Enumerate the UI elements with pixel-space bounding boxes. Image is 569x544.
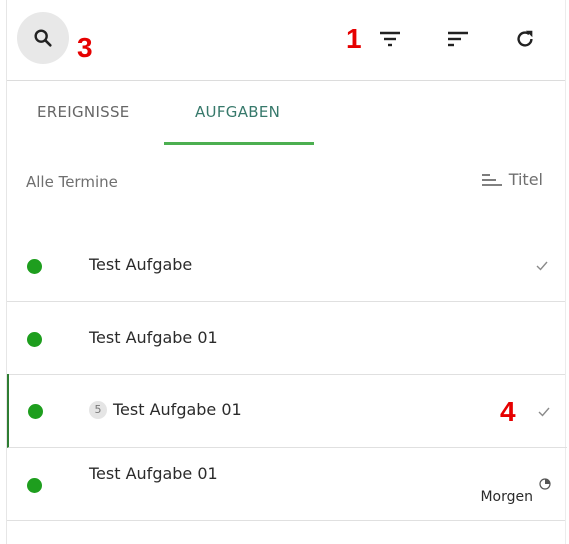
status-dot	[28, 404, 43, 419]
status-dot	[27, 332, 42, 347]
sort-label: Titel	[508, 170, 543, 189]
task-title-with-badge: 5 Test Aufgabe 01	[89, 400, 242, 419]
filter-label[interactable]: Alle Termine	[26, 173, 118, 191]
refresh-button[interactable]	[510, 24, 540, 54]
annotation-marker: 3	[77, 32, 93, 63]
task-title: Test Aufgabe 01	[89, 464, 218, 483]
task-title: Test Aufgabe 01	[113, 400, 242, 419]
sort-button[interactable]	[443, 24, 473, 54]
task-row[interactable]: Test Aufgabe 01	[7, 301, 565, 375]
check-icon	[538, 407, 550, 417]
check-icon	[536, 261, 548, 271]
tab-bar: EREIGNISSE AUFGABEN	[7, 81, 565, 145]
sort-control[interactable]: Titel	[481, 170, 543, 189]
due-date: Morgen	[480, 489, 533, 505]
search-icon	[34, 29, 52, 47]
task-title: Test Aufgabe	[89, 255, 193, 274]
filter-icon	[380, 31, 400, 47]
task-row-selected[interactable]: 5 Test Aufgabe 01	[7, 374, 567, 448]
filter-button[interactable]	[375, 24, 405, 54]
status-dot	[27, 478, 42, 493]
tab-aufgaben[interactable]: AUFGABEN	[195, 103, 280, 121]
progress-clock-icon	[539, 478, 551, 490]
search-button[interactable]	[17, 12, 69, 64]
subtask-count-badge: 5	[89, 400, 107, 419]
annotation-marker: 4	[500, 396, 516, 427]
task-panel: EREIGNISSE AUFGABEN Alle Termine Titel T…	[6, 0, 567, 544]
task-title: Test Aufgabe 01	[89, 328, 218, 347]
filter-bar: Alle Termine Titel	[7, 160, 565, 204]
tab-ereignisse[interactable]: EREIGNISSE	[37, 103, 130, 121]
sort-icon	[448, 31, 468, 47]
active-tab-indicator	[164, 142, 314, 145]
task-row[interactable]: Test Aufgabe 01 Morgen	[7, 447, 565, 521]
status-dot	[27, 259, 42, 274]
task-row[interactable]: Test Aufgabe	[7, 228, 565, 302]
sort-order-icon	[481, 173, 502, 186]
annotation-marker: 1	[346, 23, 362, 54]
refresh-icon	[517, 30, 533, 47]
